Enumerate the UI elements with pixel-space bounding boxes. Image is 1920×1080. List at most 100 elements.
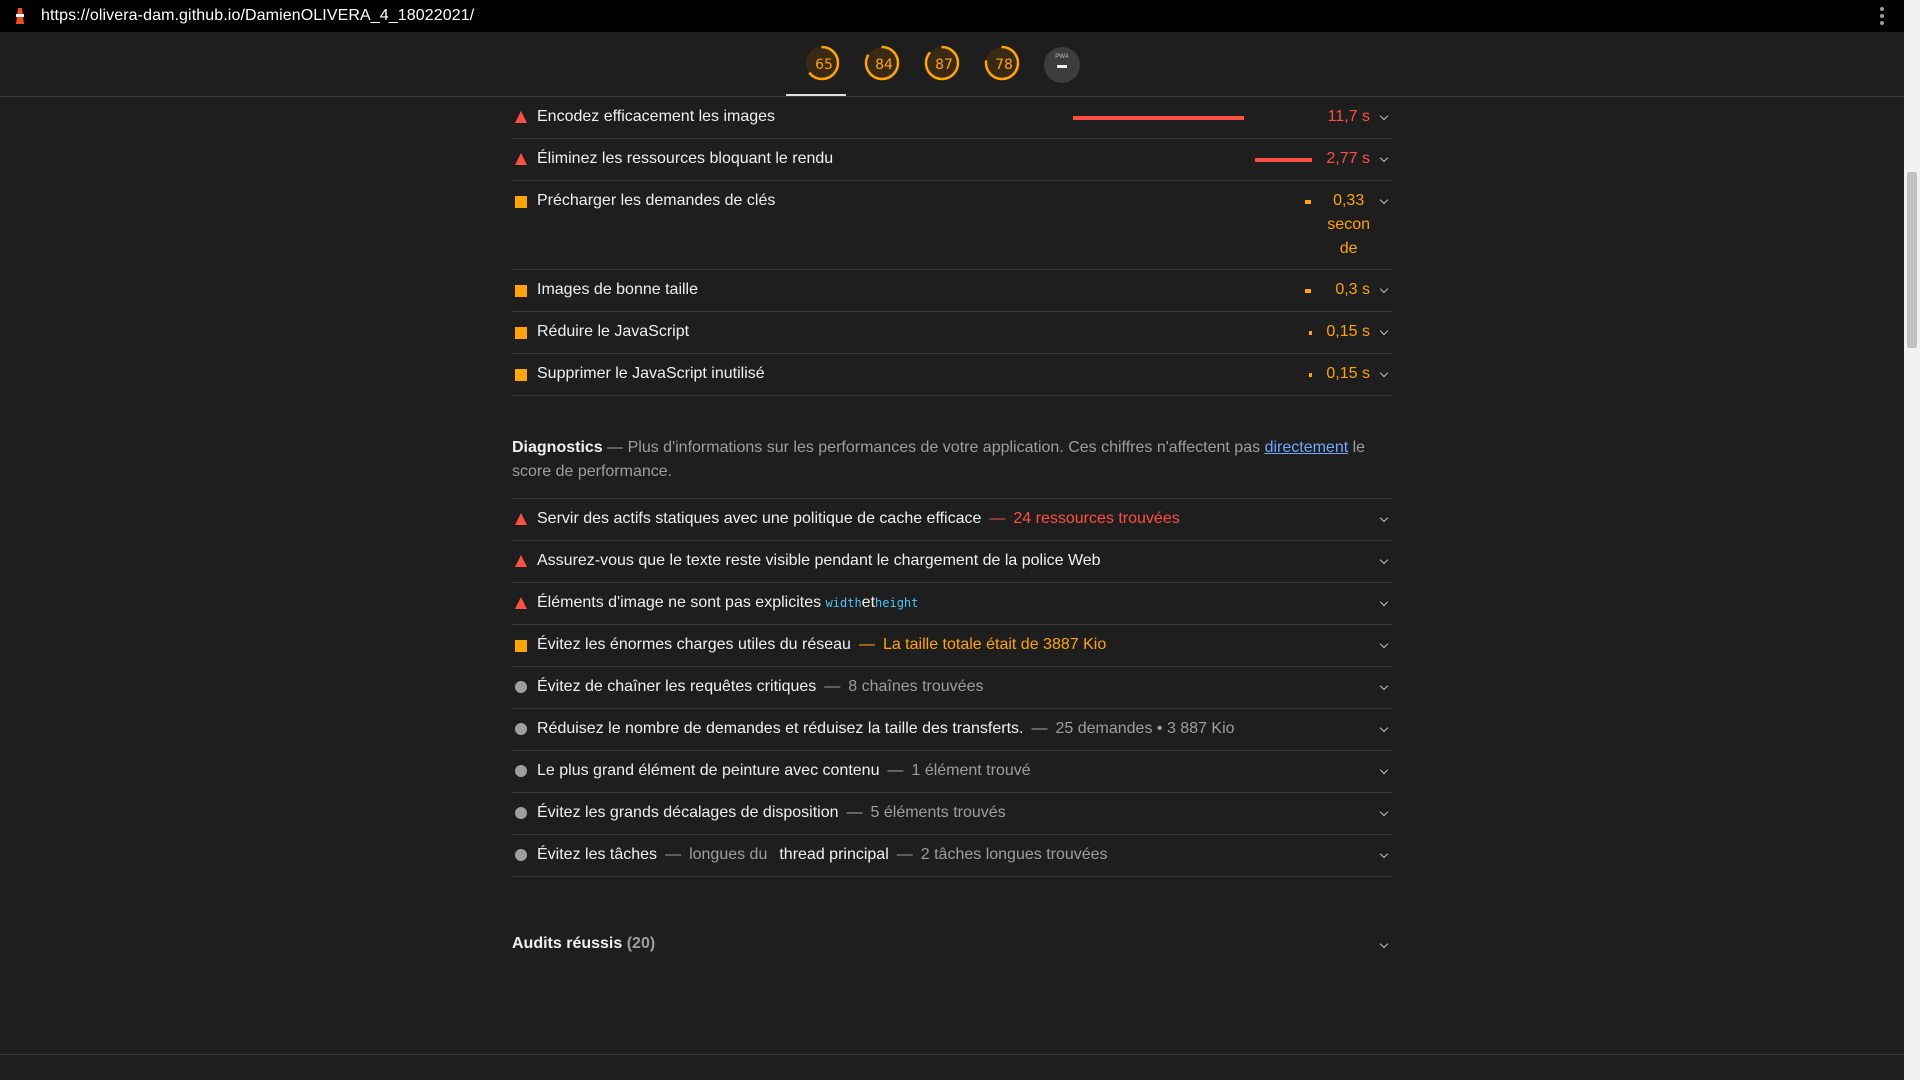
savings-bar (1309, 373, 1312, 377)
chevron-down-icon[interactable] (1380, 683, 1388, 691)
pwa-badge-icon: PWA (1044, 47, 1080, 83)
gauge-accessibility[interactable]: 84 (862, 32, 902, 97)
info-circle-icon (515, 723, 527, 735)
diagnostic-row[interactable]: Éléments d'image ne sont pas explicites … (512, 583, 1392, 625)
info-circle-icon (515, 765, 527, 777)
page-scrollbar[interactable] (1904, 0, 1920, 1080)
chevron-down-icon[interactable] (1380, 197, 1388, 205)
savings-bar (1073, 116, 1244, 120)
audit-title: Réduire le JavaScript (537, 323, 690, 340)
audit-title: Évitez les grands décalages de dispositi… (537, 804, 839, 821)
diagnostics-heading: Diagnostics (512, 439, 603, 456)
fail-triangle-icon (515, 153, 527, 165)
diagnostic-row[interactable]: Servir des actifs statiques avec une pol… (512, 499, 1392, 541)
chevron-down-icon[interactable] (1380, 328, 1388, 336)
chevron-down-icon[interactable] (1380, 557, 1388, 565)
audit-title: Supprimer le JavaScript inutilisé (537, 365, 765, 382)
gauge-score: 87 (935, 57, 953, 73)
chevron-down-icon[interactable] (1380, 725, 1388, 733)
savings-bar (1309, 331, 1312, 335)
average-square-icon (515, 640, 527, 652)
chevron-down-icon[interactable] (1380, 809, 1388, 817)
audit-display-value: 2 tâches longues trouvées (920, 846, 1108, 863)
gauge-performance[interactable]: 65 (786, 32, 846, 97)
audit-row[interactable]: Encodez efficacement les images 11,7 s (512, 97, 1392, 139)
audit-title: Assurez-vous que le texte reste visible … (537, 552, 1101, 569)
audit-title: Évitez de chaîner les requêtes critiques (537, 678, 817, 695)
audit-title: Éliminez les ressources bloquant le rend… (537, 150, 834, 167)
diagnostic-row[interactable]: Évitez les énormes charges utiles du rés… (512, 625, 1392, 667)
chevron-down-icon[interactable] (1380, 599, 1388, 607)
chevron-down-icon[interactable] (1380, 515, 1388, 523)
savings-value: 0,33 secon de (1327, 192, 1370, 257)
gauge-score: 78 (995, 57, 1013, 73)
audit-title: Le plus grand élément de peinture avec c… (537, 762, 880, 779)
gauge-seo[interactable]: 78 (982, 32, 1022, 97)
browser-url-bar: https://olivera-dam.github.io/DamienOLIV… (0, 0, 1904, 32)
info-circle-icon (515, 849, 527, 861)
active-tab-indicator (786, 94, 846, 96)
chevron-down-icon[interactable] (1380, 941, 1388, 949)
savings-value: 2,77 s (1326, 150, 1370, 167)
diagnostic-row[interactable]: Assurez-vous que le texte reste visible … (512, 541, 1392, 583)
kebab-menu-icon[interactable] (1880, 7, 1884, 25)
scrollbar-thumb[interactable] (1907, 172, 1917, 348)
chevron-down-icon[interactable] (1380, 641, 1388, 649)
average-square-icon (515, 327, 527, 339)
diagnostics-header: Diagnostics — Plus d'informations sur le… (512, 436, 1392, 499)
savings-value: 0,15 s (1326, 365, 1370, 382)
audit-row[interactable]: Images de bonne taille 0,3 s (512, 270, 1392, 312)
audit-title: Évitez les tâches (537, 846, 658, 863)
audit-title-part: thread principal (779, 846, 889, 863)
code-height: height (875, 596, 919, 610)
code-width: width (825, 596, 862, 610)
chevron-down-icon[interactable] (1380, 155, 1388, 163)
audit-row[interactable]: Précharger les demandes de clés 0,33 seco… (512, 181, 1392, 270)
gauge-score: 65 (815, 57, 833, 73)
audit-title: Images de bonne taille (537, 281, 698, 298)
diagnostic-row[interactable]: Le plus grand élément de peinture avec c… (512, 751, 1392, 793)
audit-row[interactable]: Réduire le JavaScript 0,15 s (512, 312, 1392, 354)
fail-triangle-icon (515, 111, 527, 123)
diagnostics-description: Plus d'informations sur les performances… (627, 439, 1261, 456)
info-circle-icon (515, 681, 527, 693)
savings-value: 11,7 s (1327, 108, 1370, 125)
audit-display-value: 5 éléments trouvés (870, 804, 1006, 821)
gauge-pwa[interactable]: PWA (1042, 32, 1082, 97)
diagnostic-row[interactable]: Évitez de chaîner les requêtes critiques… (512, 667, 1392, 709)
diagnostic-row[interactable]: Évitez les tâches — longues du thread pr… (512, 835, 1392, 877)
passed-audits-count: (20) (626, 935, 656, 952)
audit-title: Réduisez le nombre de demandes et réduis… (537, 720, 1024, 737)
audit-display-value: 8 chaînes trouvées (848, 678, 984, 695)
chevron-down-icon[interactable] (1380, 113, 1388, 121)
section-divider (0, 1054, 1904, 1055)
fail-triangle-icon (515, 555, 527, 567)
fail-triangle-icon (515, 513, 527, 525)
audit-title: Éléments d'image ne sont pas explicites … (537, 594, 919, 611)
gauge-best-practices[interactable]: 87 (922, 32, 962, 97)
average-square-icon (515, 369, 527, 381)
savings-bar (1305, 289, 1311, 293)
info-circle-icon (515, 807, 527, 819)
passed-audits-toggle[interactable]: Audits réussis (20) (512, 935, 1392, 959)
average-square-icon (515, 285, 527, 297)
savings-bar (1255, 158, 1312, 162)
audit-title: Servir des actifs statiques avec une pol… (537, 510, 982, 527)
chevron-down-icon[interactable] (1380, 851, 1388, 859)
savings-bar (1305, 200, 1311, 204)
page-url[interactable]: https://olivera-dam.github.io/DamienOLIV… (41, 7, 474, 25)
chevron-down-icon[interactable] (1380, 767, 1388, 775)
average-square-icon (515, 196, 527, 208)
savings-value: 0,3 s (1335, 281, 1370, 298)
audit-display-value: 25 demandes • 3 887 Kio (1055, 720, 1235, 737)
audit-title: Précharger les demandes de clés (537, 192, 776, 209)
directement-link[interactable]: directement (1265, 439, 1349, 456)
chevron-down-icon[interactable] (1380, 370, 1388, 378)
chevron-down-icon[interactable] (1380, 286, 1388, 294)
savings-value: 0,15 s (1326, 323, 1370, 340)
diagnostic-row[interactable]: Évitez les grands décalages de dispositi… (512, 793, 1392, 835)
diagnostic-row[interactable]: Réduisez le nombre de demandes et réduis… (512, 709, 1392, 751)
audit-row[interactable]: Supprimer le JavaScript inutilisé 0,15 s (512, 354, 1392, 396)
audit-title: Évitez les énormes charges utiles du rés… (537, 636, 851, 653)
audit-row[interactable]: Éliminez les ressources bloquant le rend… (512, 139, 1392, 181)
